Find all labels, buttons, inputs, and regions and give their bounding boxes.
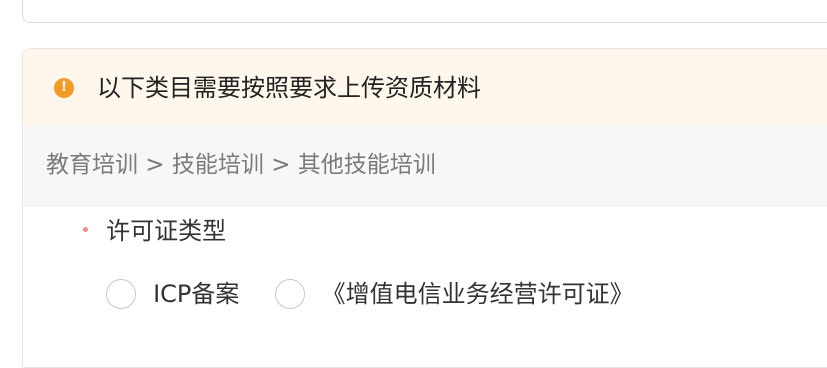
radio-label-telecom-license: 《增值电信业务经营许可证》: [321, 280, 634, 308]
alert-message: 以下类目需要按照要求上传资质材料: [97, 74, 481, 102]
previous-section-card: [22, 0, 827, 23]
breadcrumb-path: 教育培训 > 技能培训 > 其他技能培训: [46, 152, 436, 178]
radio-option-telecom-license[interactable]: 《增值电信业务经营许可证》: [274, 278, 634, 310]
radio-button-icp[interactable]: [106, 279, 136, 309]
required-indicator: [83, 226, 88, 232]
radio-label-icp: ICP备案: [153, 280, 240, 308]
qualification-alert: ! 以下类目需要按照要求上传资质材料: [23, 49, 827, 125]
category-breadcrumb: 教育培训 > 技能培训 > 其他技能培训: [23, 125, 827, 207]
radio-button-telecom-license[interactable]: [274, 279, 305, 309]
radio-option-icp[interactable]: ICP备案: [106, 278, 239, 310]
license-type-label: 许可证类型: [106, 217, 227, 245]
qualification-card: ! 以下类目需要按照要求上传资质材料 教育培训 > 技能培训 > 其他技能培训: [22, 48, 827, 368]
license-type-field: 许可证类型: [83, 215, 226, 247]
info-icon: !: [54, 78, 74, 98]
license-type-radio-group: ICP备案 《增值电信业务经营许可证》: [106, 278, 664, 318]
